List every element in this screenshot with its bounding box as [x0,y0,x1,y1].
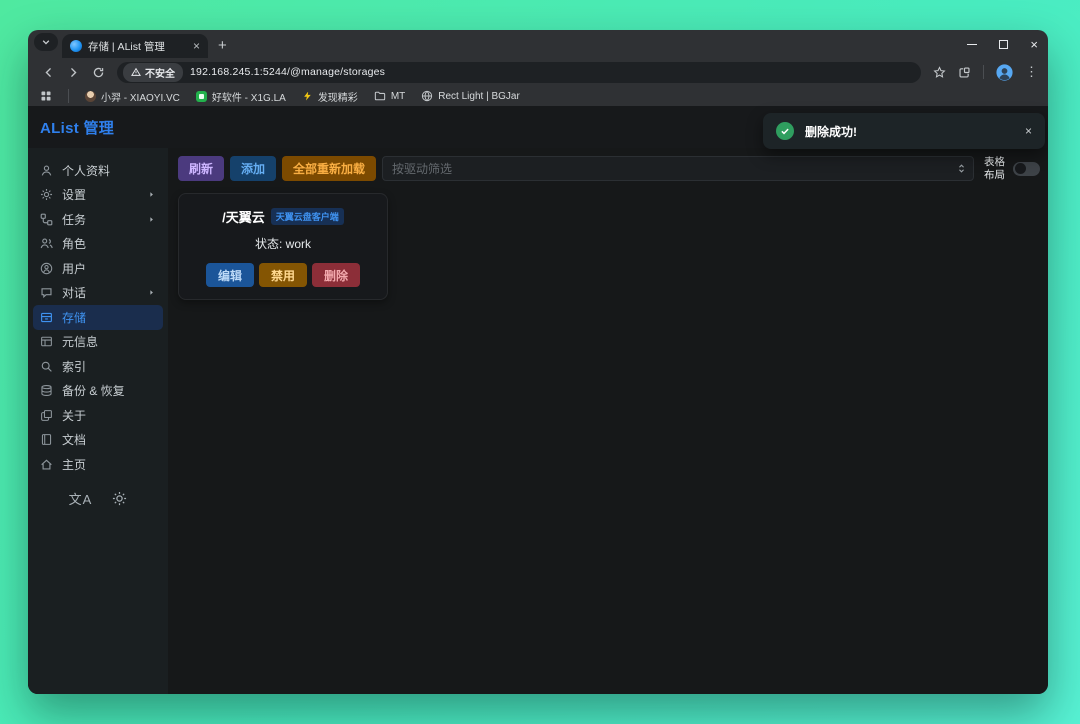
bookmark-folder-mt[interactable]: MT [374,90,405,102]
chevron-right-icon [147,215,156,224]
sidebar-item-roles[interactable]: 角色 [33,232,163,257]
sidebar-item-profile[interactable]: 个人资料 [33,158,163,183]
browser-toolbar: 不安全 192.168.245.1:5244/@manage/storages … [28,58,1048,86]
forward-button[interactable] [67,66,80,79]
document-icon [40,433,53,446]
sidebar-item-home[interactable]: 主页 [33,452,163,477]
toolbar-right-icons: ⋮ [933,64,1038,81]
disable-button[interactable]: 禁用 [259,263,307,287]
sidebar-item-settings[interactable]: 设置 [33,183,163,208]
security-label: 不安全 [145,65,175,80]
alist-page: AList 管理 删除成功! × 个人资料 设置 [28,106,1048,694]
window-controls: × [967,38,1038,51]
browser-window: 存储 | AList 管理 × + × 不安全 192.168.245.1:52… [28,30,1048,694]
home-icon [40,458,53,471]
apps-grid-icon[interactable] [40,90,52,102]
storage-status: 状态: work [255,235,311,252]
back-button[interactable] [42,66,55,79]
bookmark-bgjar[interactable]: Rect Light | BGJar [421,90,520,102]
add-button[interactable]: 添加 [230,156,276,181]
sidebar-item-users[interactable]: 用户 [33,256,163,281]
browser-tab-active[interactable]: 存储 | AList 管理 × [62,34,208,58]
bookmark-discover[interactable]: 发现精彩 [302,89,358,104]
search-icon [40,360,53,373]
window-close-button[interactable]: × [1030,38,1038,51]
table-layout-toggle[interactable] [1013,162,1040,176]
profile-avatar[interactable] [996,64,1013,81]
sidebar-item-index[interactable]: 索引 [33,354,163,379]
new-tab-button[interactable]: + [218,38,227,53]
extensions-icon[interactable] [958,66,971,79]
divider [68,89,69,103]
sidebar-item-about[interactable]: 关于 [33,403,163,428]
url-text: 192.168.245.1:5244/@manage/storages [190,66,385,78]
tab-title: 存储 | AList 管理 [88,39,187,54]
page-title[interactable]: AList 管理 [40,117,114,138]
bookmark-xiaoyi[interactable]: 小羿 - XIAOYI.VC [85,89,180,104]
sidebar-item-docs[interactable]: 文档 [33,428,163,453]
tab-search-button[interactable] [34,33,58,51]
tab-close-icon[interactable]: × [193,40,200,52]
driver-badge: 天翼云盘客户端 [271,208,344,225]
sidebar-item-backup[interactable]: 备份 & 恢复 [33,379,163,404]
folder-icon [374,90,386,102]
storage-card: /天翼云 天翼云盘客户端 状态: work 编辑 禁用 删除 [178,193,388,300]
database-icon [40,384,53,397]
select-updown-icon [956,163,967,174]
reload-all-button[interactable]: 全部重新加载 [282,156,376,181]
toast-message: 删除成功! [805,123,857,140]
security-chip[interactable]: 不安全 [123,63,183,82]
about-icon [40,409,53,422]
sidebar: 个人资料 设置 任务 角色 用户 [28,148,168,694]
main-content: 刷新 添加 全部重新加载 表格 布局 [168,148,1048,694]
toast-notification: 删除成功! × [763,113,1045,149]
bookmark-star-icon[interactable] [933,66,946,79]
sidebar-item-tasks[interactable]: 任务 [33,207,163,232]
storages-toolbar: 刷新 添加 全部重新加载 表格 布局 [178,156,1040,181]
bookmark-spark-icon [302,91,313,102]
bookmark-avatar-icon [85,91,96,102]
sidebar-item-storage[interactable]: 存储 [33,305,163,330]
warning-icon [131,67,141,77]
table-layout-label: 表格 布局 [984,156,1005,181]
sidebar-item-metadata[interactable]: 元信息 [33,330,163,355]
globe-icon [421,90,433,102]
profile-icon [40,164,53,177]
browser-menu-icon[interactable]: ⋮ [1025,64,1038,80]
bookmarks-bar: 小羿 - XIAOYI.VC 好软件 - X1G.LA 发现精彩 MT Rect… [28,86,1048,106]
tab-strip: 存储 | AList 管理 × + × [28,30,1048,58]
storage-icon [40,311,53,324]
tasks-icon [40,213,53,226]
chevron-right-icon [147,288,156,297]
driver-filter-select[interactable] [382,156,974,181]
bookmark-x1g[interactable]: 好软件 - X1G.LA [196,89,286,104]
driver-filter-input[interactable] [392,162,956,176]
language-switch-icon[interactable]: 文A [69,489,93,508]
toast-close-icon[interactable]: × [1025,125,1032,137]
reload-button[interactable] [92,66,105,79]
minimize-button[interactable] [967,44,977,45]
mount-path: /天翼云 [222,207,265,226]
address-bar[interactable]: 不安全 192.168.245.1:5244/@manage/storages [117,62,921,83]
roles-icon [40,237,53,250]
sidebar-footer: 文A [33,489,163,508]
sidebar-item-chat[interactable]: 对话 [33,281,163,306]
refresh-button[interactable]: 刷新 [178,156,224,181]
gear-icon [40,188,53,201]
bookmark-green-app-icon [196,91,207,102]
chat-icon [40,286,53,299]
chevron-right-icon [147,190,156,199]
edit-button[interactable]: 编辑 [206,263,254,287]
chevron-down-icon [41,37,51,47]
toggle-knob [1015,163,1026,174]
user-circle-icon [40,262,53,275]
alist-favicon [70,40,82,52]
theme-toggle-icon[interactable] [112,491,127,506]
success-check-icon [776,122,794,140]
maximize-button[interactable] [999,40,1008,49]
divider [983,65,984,79]
delete-button[interactable]: 删除 [312,263,360,287]
metadata-icon [40,335,53,348]
